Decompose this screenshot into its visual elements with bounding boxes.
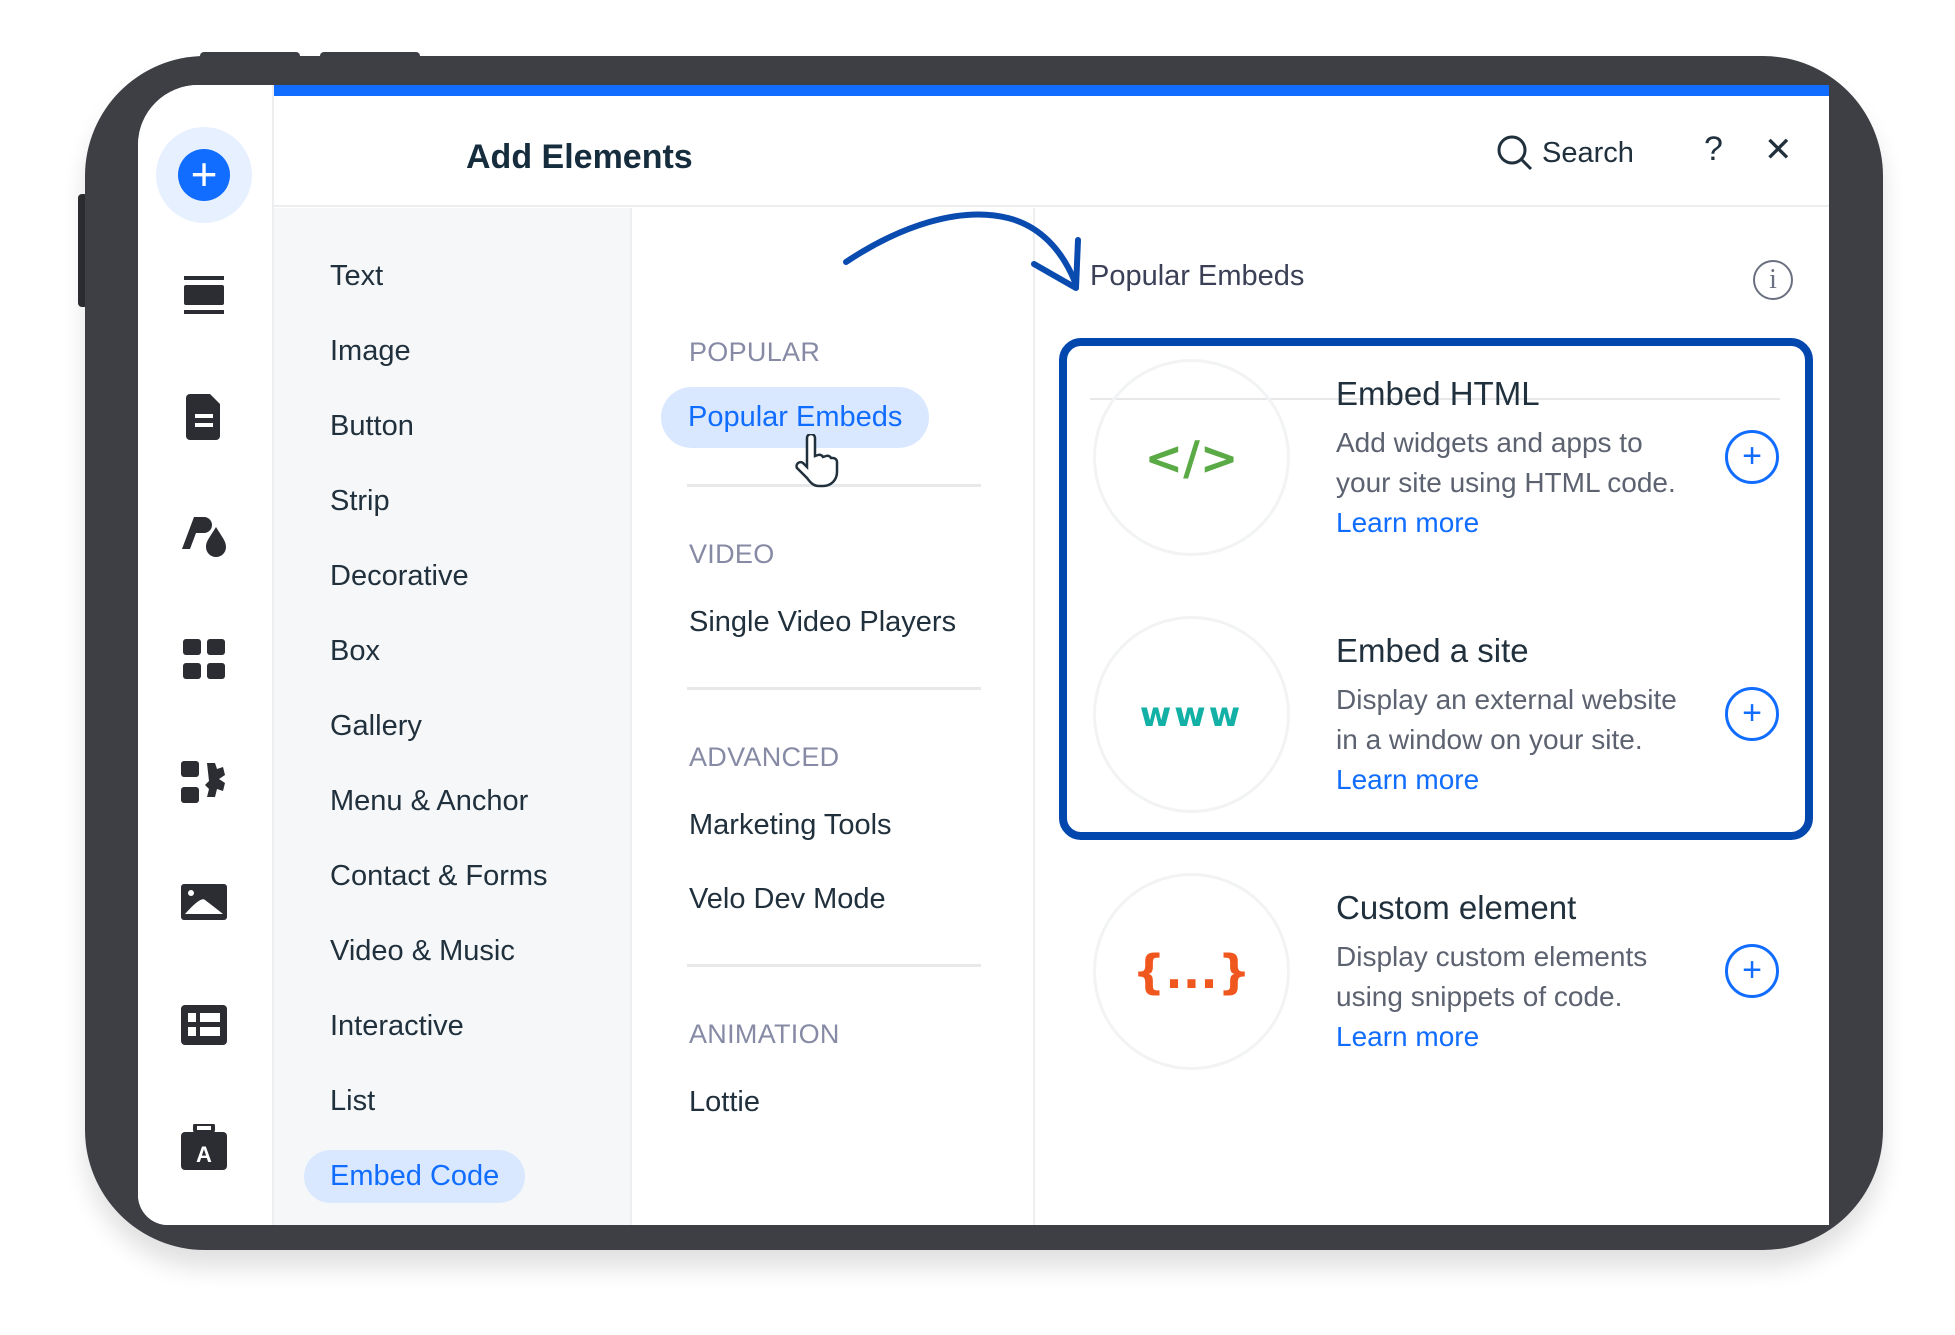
search-button[interactable]: Search xyxy=(1496,134,1634,172)
category-text[interactable]: Text xyxy=(330,260,383,293)
custom-element-icon: {...} xyxy=(1132,944,1251,999)
category-gallery[interactable]: Gallery xyxy=(330,710,422,743)
page-title: Add Elements xyxy=(466,138,693,176)
cms-icon[interactable] xyxy=(176,997,232,1053)
category-menu-anchor[interactable]: Menu & Anchor xyxy=(330,785,528,818)
category-embed-code[interactable]: Embed Code xyxy=(304,1150,526,1203)
category-list[interactable]: List xyxy=(330,1085,375,1118)
section-label: ADVANCED xyxy=(689,742,840,772)
divider xyxy=(687,964,981,967)
add-card-button[interactable]: + xyxy=(1725,944,1779,998)
category-button[interactable]: Button xyxy=(330,410,414,443)
annotation-arrow xyxy=(843,211,1081,291)
hand-cursor-icon xyxy=(795,434,839,488)
subcategory-single-video-players[interactable]: Single Video Players xyxy=(689,606,956,639)
card-icon-circle: {...} xyxy=(1093,873,1290,1070)
search-icon xyxy=(1497,135,1533,171)
divider xyxy=(687,687,981,690)
subcategory-marketing-tools[interactable]: Marketing Tools xyxy=(689,809,892,842)
svg-text:A: A xyxy=(196,1142,212,1167)
search-label: Search xyxy=(1542,136,1634,169)
panel-title: Popular Embeds xyxy=(1090,260,1305,292)
strip-icon[interactable] xyxy=(176,268,232,324)
section-label: POPULAR xyxy=(689,337,821,367)
top-accent-bar xyxy=(274,85,1829,96)
subcategory-lottie[interactable]: Lottie xyxy=(689,1086,760,1119)
info-icon[interactable]: i xyxy=(1753,260,1793,300)
card-description: Display custom elements using snippets o… xyxy=(1336,937,1696,1057)
category-interactive[interactable]: Interactive xyxy=(330,1010,464,1043)
close-button[interactable]: ✕ xyxy=(1764,130,1793,170)
card-title: Custom element xyxy=(1336,889,1577,926)
business-icon[interactable] xyxy=(176,755,232,811)
apps-icon[interactable] xyxy=(176,632,232,688)
media-icon[interactable] xyxy=(176,874,232,930)
category-box[interactable]: Box xyxy=(330,635,380,668)
category-decorative[interactable]: Decorative xyxy=(330,560,469,593)
panel-header: Add Elements Search ? ✕ xyxy=(274,96,1829,207)
category-strip[interactable]: Strip xyxy=(330,485,390,518)
theme-icon[interactable] xyxy=(176,508,232,564)
subcategory-velo-dev-mode[interactable]: Velo Dev Mode xyxy=(689,883,886,916)
left-rail: + A xyxy=(138,85,274,1225)
category-list: Text Image Button Strip Decorative Box Gallery… xyxy=(274,208,632,1225)
section-label: ANIMATION xyxy=(689,1019,840,1049)
page-icon[interactable] xyxy=(176,389,232,445)
card-desc-text: Display custom elements using snippets o… xyxy=(1336,941,1648,1012)
category-image[interactable]: Image xyxy=(330,335,411,368)
add-elements-button[interactable]: + xyxy=(156,127,252,223)
highlight-box xyxy=(1059,338,1813,840)
category-video-music[interactable]: Video & Music xyxy=(330,935,515,968)
plus-icon: + xyxy=(178,149,230,201)
category-contact-forms[interactable]: Contact & Forms xyxy=(330,860,548,893)
learn-more-link[interactable]: Learn more xyxy=(1336,1021,1479,1052)
section-label: VIDEO xyxy=(689,539,775,569)
portfolio-icon[interactable]: A xyxy=(176,1119,232,1175)
subcategory-list: POPULAR Popular Embeds VIDEO Single Vide… xyxy=(633,208,1035,1225)
help-button[interactable]: ? xyxy=(1704,130,1723,169)
